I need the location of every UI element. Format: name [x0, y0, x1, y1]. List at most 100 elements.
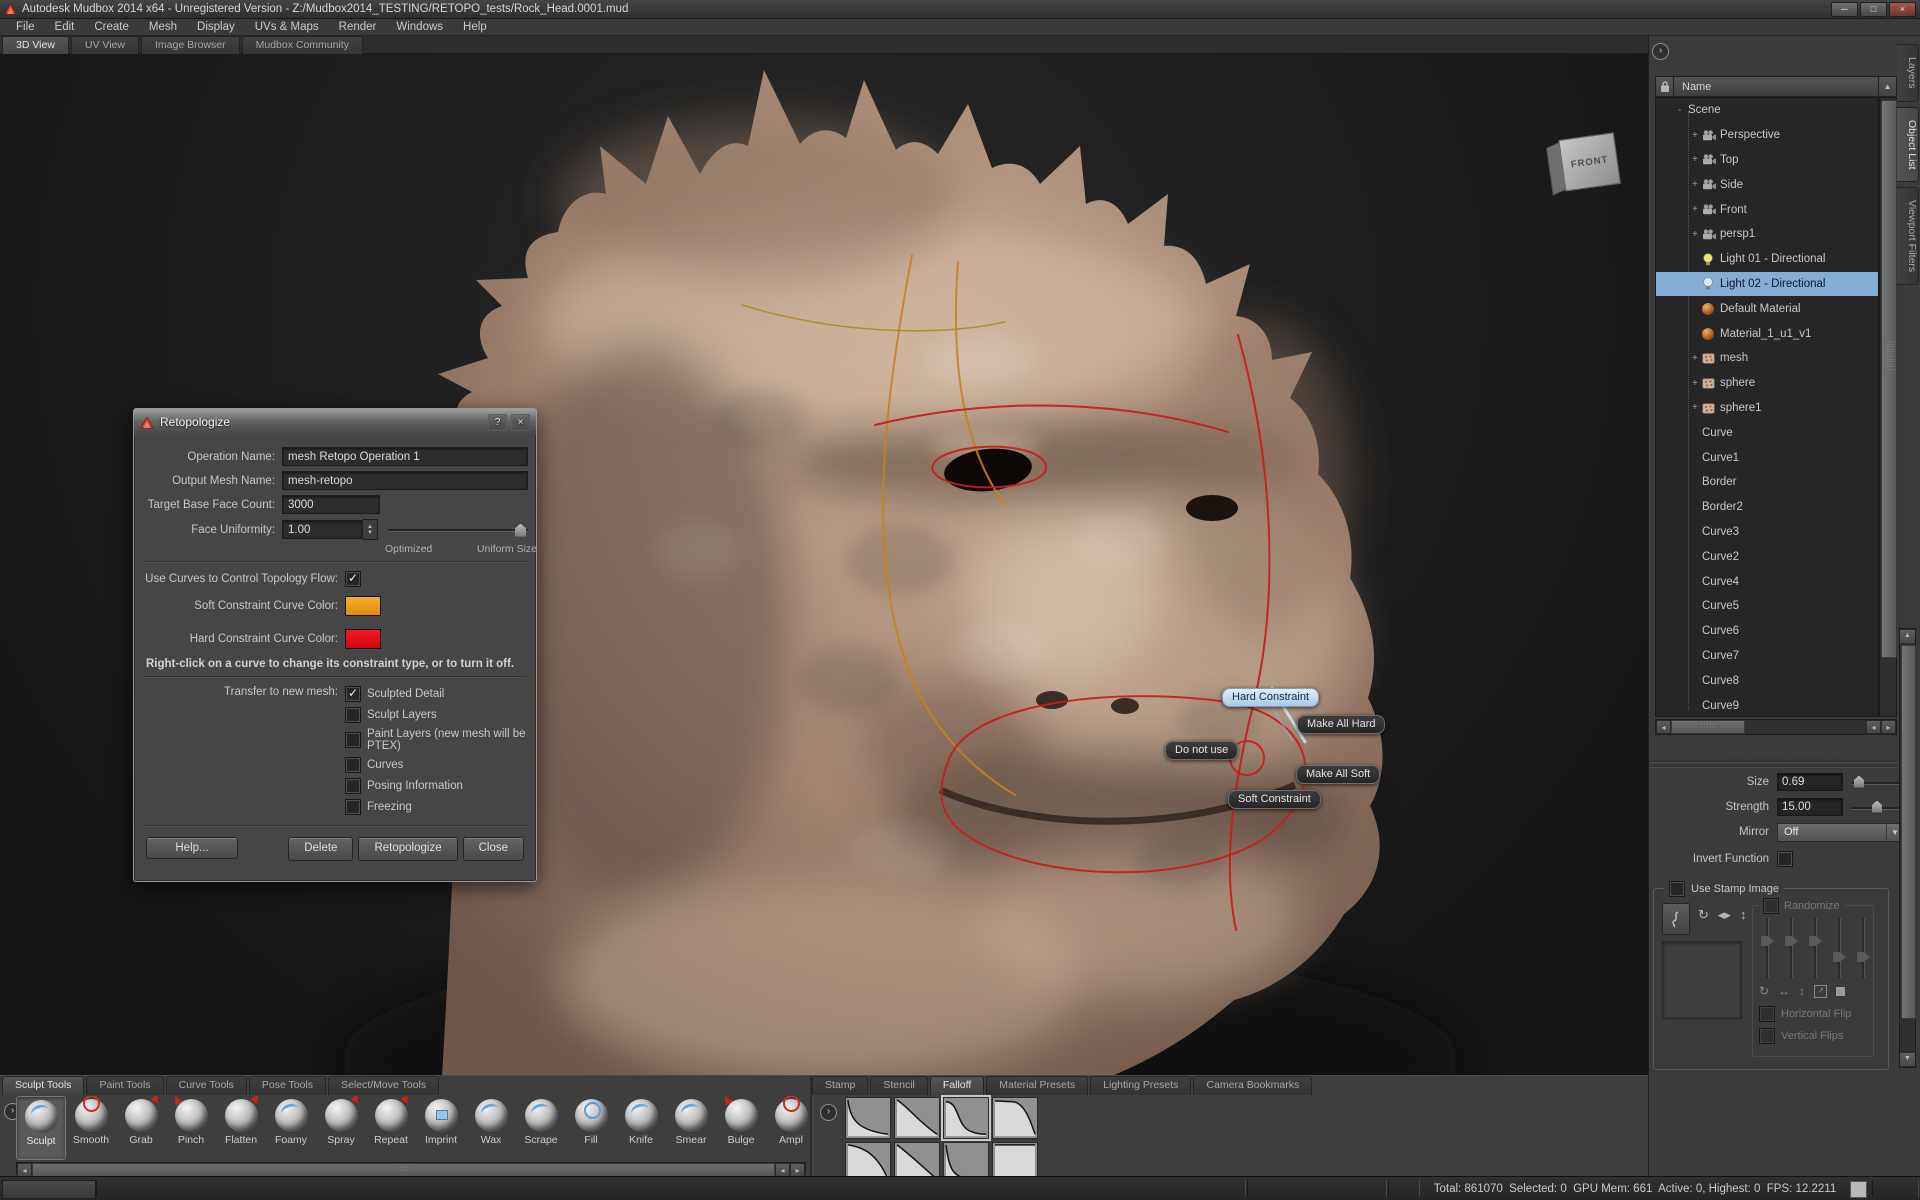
tab-stamp[interactable]: Stamp	[812, 1076, 868, 1095]
tool-knife[interactable]: Knife	[616, 1096, 666, 1160]
side-tab-layers[interactable]: Layers	[1897, 44, 1919, 102]
menu-item-create[interactable]: Create	[84, 21, 139, 33]
tab-curve-tools[interactable]: Curve Tools	[166, 1076, 247, 1095]
side-tab-viewport-filters[interactable]: Viewport Filters	[1897, 187, 1919, 285]
face-uniformity-field[interactable]: 1.00	[282, 520, 363, 539]
tool-wax[interactable]: Wax	[466, 1096, 516, 1160]
dialog-close-button[interactable]: ×	[511, 414, 530, 431]
menu-item-help[interactable]: Help	[453, 21, 497, 33]
tab-uv-view[interactable]: UV View	[71, 36, 139, 55]
scroll-down-button[interactable]: ▼	[1900, 1053, 1915, 1066]
object-item-curve2[interactable]: Curve2	[1656, 544, 1878, 569]
menu-item-mesh[interactable]: Mesh	[139, 21, 187, 33]
view-cube-front-face[interactable]: FRONT	[1558, 132, 1621, 191]
object-item-persp1[interactable]: +persp1	[1656, 222, 1878, 247]
context-item-hard-constraint[interactable]: Hard Constraint	[1222, 688, 1319, 707]
scrollbar-thumb[interactable]: :::::	[32, 1163, 775, 1177]
properties-vertical-scrollbar[interactable]: ▲ ▼	[1899, 628, 1916, 1068]
object-list-horizontal-scrollbar[interactable]: ◂ ::::: ◂ ▸	[1655, 719, 1897, 735]
randomize-slider[interactable]	[1785, 918, 1798, 978]
scroll-left-button[interactable]: ◂	[1866, 720, 1881, 734]
object-item-sphere1[interactable]: +sphere1	[1656, 396, 1878, 421]
vertical-flips-checkbox[interactable]: ✓	[1759, 1028, 1775, 1044]
title-bar[interactable]: Autodesk Mudbox 2014 x64 - Unregistered …	[0, 0, 1920, 19]
object-item-light-01-directional[interactable]: Light 01 - Directional	[1656, 247, 1878, 272]
tree-expander[interactable]: +	[1692, 204, 1702, 215]
randomize-slider[interactable]	[1761, 918, 1774, 978]
checkbox-sculpt-layers[interactable]: ✓	[345, 707, 361, 723]
object-item-curve5[interactable]: Curve5	[1656, 594, 1878, 619]
menu-item-windows[interactable]: Windows	[386, 21, 453, 33]
randomize-slider[interactable]	[1857, 918, 1870, 978]
stamp-preview-box[interactable]	[1662, 941, 1742, 1019]
scroll-up-button[interactable]: ▲	[1879, 76, 1897, 97]
tab-paint-tools[interactable]: Paint Tools	[86, 1076, 163, 1095]
object-item-border2[interactable]: Border2	[1656, 495, 1878, 520]
object-item-curve[interactable]: Curve	[1656, 420, 1878, 445]
falloff-expander-button[interactable]: ›	[820, 1104, 837, 1121]
tab-lighting-presets[interactable]: Lighting Presets	[1090, 1076, 1191, 1095]
falloff-plateau-drop[interactable]	[992, 1097, 1038, 1139]
strength-field[interactable]: 15.00	[1777, 798, 1843, 816]
dialog-help-button[interactable]: ?	[488, 414, 507, 431]
close-button[interactable]: Close	[463, 837, 524, 861]
tab-stencil[interactable]: Stencil	[870, 1076, 928, 1095]
tree-expander[interactable]: -	[1678, 105, 1688, 116]
tree-expander[interactable]: +	[1692, 402, 1702, 413]
tab-mudbox-community[interactable]: Mudbox Community	[242, 36, 363, 55]
randomize-checkbox[interactable]: ✓	[1763, 898, 1779, 914]
tool-grab[interactable]: Grab	[116, 1096, 166, 1160]
tool-pinch[interactable]: Pinch	[166, 1096, 216, 1160]
lock-icon[interactable]	[1655, 76, 1674, 97]
checkbox-sculpted-detail[interactable]: ✓	[345, 686, 361, 702]
context-item-do-not-use[interactable]: Do not use	[1165, 741, 1238, 760]
tool-smear[interactable]: Smear	[666, 1096, 716, 1160]
scroll-left-button[interactable]: ◂	[17, 1163, 32, 1177]
falloff-steep-decay[interactable]	[845, 1097, 891, 1139]
scrollbar-thumb[interactable]: :::::	[1671, 720, 1745, 734]
arrow-horizontal-icon[interactable]: ↔	[1778, 984, 1790, 998]
context-item-make-all-soft[interactable]: Make All Soft	[1296, 765, 1380, 784]
tool-ampl[interactable]: Ampl	[766, 1096, 810, 1160]
curve-icon[interactable]	[1662, 903, 1690, 935]
object-item-border[interactable]: Border	[1656, 470, 1878, 495]
output-mesh-name-field[interactable]: mesh-retopo	[282, 471, 528, 490]
menu-item-file[interactable]: File	[6, 21, 45, 33]
tool-fill[interactable]: Fill	[566, 1096, 616, 1160]
tab-pose-tools[interactable]: Pose Tools	[249, 1076, 326, 1095]
falloff-s-curve[interactable]	[943, 1097, 989, 1139]
checkbox-posing-information[interactable]: ✓	[345, 778, 361, 794]
retopologize-button[interactable]: Retopologize	[358, 837, 457, 861]
dialog-title-bar[interactable]: Retopologize ? ×	[134, 409, 536, 435]
object-item-sphere[interactable]: +sphere	[1656, 371, 1878, 396]
menu-item-render[interactable]: Render	[329, 21, 387, 33]
object-item-curve7[interactable]: Curve7	[1656, 644, 1878, 669]
menu-item-uvs-maps[interactable]: UVs & Maps	[245, 21, 329, 33]
use-stamp-image-checkbox[interactable]: ✓	[1669, 881, 1685, 897]
scrollbar-thumb[interactable]	[1901, 645, 1916, 1019]
checkbox-paint-layers-new-mesh-will-be-ptex[interactable]: ✓	[345, 732, 361, 748]
tree-expander[interactable]: +	[1692, 378, 1702, 389]
tab-3d-view[interactable]: 3D View	[2, 36, 69, 55]
tree-expander[interactable]: +	[1692, 154, 1702, 165]
object-item-material-1-u1-v1[interactable]: Material_1_u1_v1	[1656, 321, 1878, 346]
object-item-light-02-directional[interactable]: Light 02 - Directional	[1656, 272, 1878, 297]
tab-falloff[interactable]: Falloff	[930, 1076, 984, 1095]
view-cube-widget[interactable]: FRONT	[1545, 129, 1633, 202]
scrollbar-thumb[interactable]: ::::::::::::::::::::::::	[1881, 100, 1897, 658]
use-curves-checkbox[interactable]: ✓	[345, 571, 361, 587]
object-item-front[interactable]: +Front	[1656, 197, 1878, 222]
tab-select-move-tools[interactable]: Select/Move Tools	[328, 1076, 439, 1095]
randomize-slider[interactable]	[1833, 918, 1846, 978]
randomize-slider[interactable]	[1809, 918, 1822, 978]
menu-item-edit[interactable]: Edit	[45, 21, 85, 33]
tool-sculpt[interactable]: Sculpt	[16, 1096, 66, 1160]
help-button[interactable]: Help...	[146, 837, 238, 859]
tree-expander[interactable]: +	[1692, 179, 1702, 190]
tool-smooth[interactable]: Smooth	[66, 1096, 116, 1160]
tool-spray[interactable]: Spray	[316, 1096, 366, 1160]
tab-sculpt-tools[interactable]: Sculpt Tools	[2, 1076, 84, 1095]
object-item-scene[interactable]: -Scene	[1656, 98, 1878, 123]
tree-expander[interactable]: +	[1692, 353, 1702, 364]
rotate-icon[interactable]: ↻	[1698, 907, 1709, 923]
